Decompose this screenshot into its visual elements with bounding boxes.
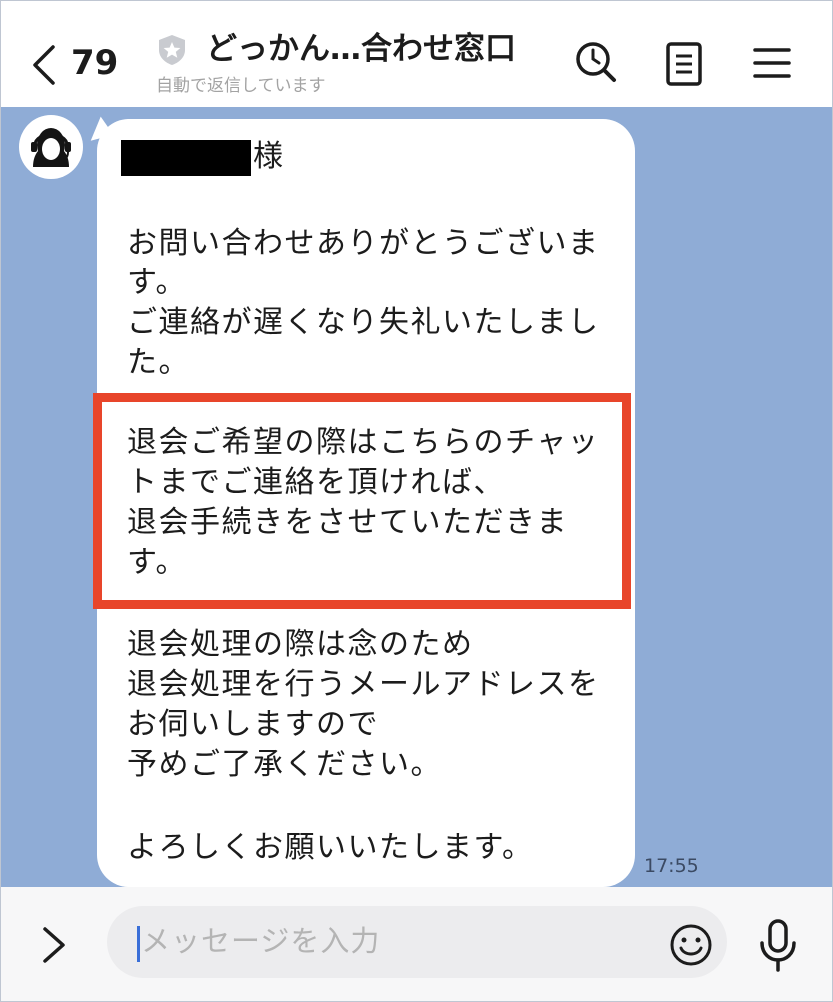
message-input[interactable]: メッセージを入力 [107, 906, 727, 978]
text-caret [137, 926, 140, 962]
app-window: 79 どっかん…合わせ窓口 自動で返信しています 様 お問い合わせありがとうござ… [0, 0, 833, 1002]
emoji-icon [670, 924, 712, 966]
shield-star-icon [159, 35, 185, 65]
search-button[interactable] [573, 39, 623, 89]
back-chevron-icon [33, 45, 55, 85]
emoji-button[interactable] [669, 923, 713, 967]
chevron-right-icon [43, 927, 65, 963]
message-line: ご連絡が遅くなり失礼いたしまし [127, 305, 600, 340]
message-line: す。 [127, 265, 187, 300]
unread-count: 79 [71, 43, 119, 83]
chat-area[interactable]: 様 お問い合わせありがとうございま す。 ご連絡が遅くなり失礼いたしまし た。 … [1, 107, 832, 887]
auto-reply-status: 自動で返信しています [156, 76, 326, 96]
menu-button[interactable] [753, 39, 803, 89]
redacted-recipient-name [121, 140, 251, 176]
notes-icon [666, 42, 702, 86]
support-agent-icon [31, 128, 71, 167]
chat-header: 79 どっかん…合わせ窓口 自動で返信しています [1, 1, 832, 107]
message-line: 予めご了承ください。 [127, 747, 442, 782]
message-line: よろしくお願いいたします。 [127, 830, 534, 865]
avatar[interactable] [19, 115, 83, 179]
microphone-button[interactable] [756, 917, 800, 973]
message-line: た。 [127, 345, 190, 380]
highlight-box [93, 393, 631, 609]
search-icon [576, 42, 616, 82]
back-button[interactable]: 79 [29, 39, 129, 89]
message-timestamp: 17:55 [644, 855, 699, 877]
chat-title: どっかん…合わせ窓口 [206, 31, 516, 67]
microphone-icon [760, 919, 796, 972]
message-line: お伺いしますので [127, 707, 379, 742]
chat-title-area[interactable]: どっかん…合わせ窓口 自動で返信しています [156, 27, 556, 102]
recipient-honorific: 様 [253, 139, 283, 174]
notes-button[interactable] [663, 39, 713, 89]
message-line: お問い合わせありがとうございま [127, 226, 600, 261]
menu-icon [753, 48, 791, 78]
message-line: 退会処理の際は念のため [127, 627, 474, 662]
message-input-placeholder: メッセージを入力 [141, 924, 381, 958]
expand-menu-button[interactable] [37, 923, 73, 967]
input-bar: メッセージを入力 [1, 887, 832, 1001]
message-line: 退会処理を行うメールアドレスを [127, 667, 600, 702]
